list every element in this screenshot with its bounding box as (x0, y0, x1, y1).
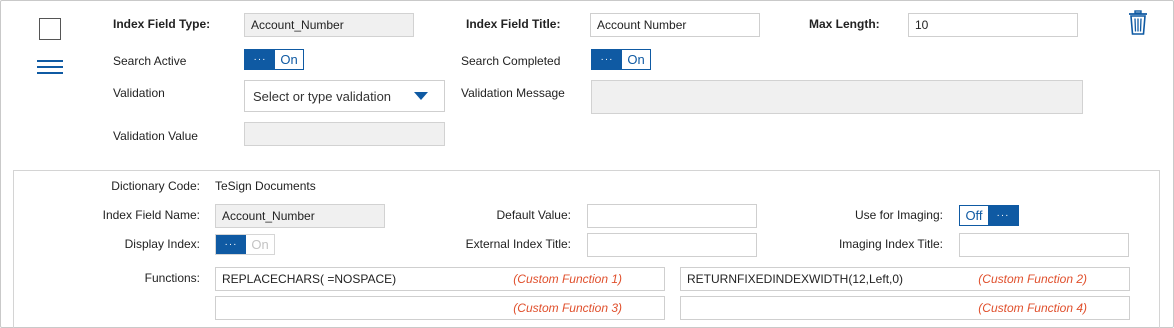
search-active-label: Search Active (113, 54, 187, 68)
index-field-title-label: Index Field Title: (466, 17, 561, 31)
custom-function-label: (Custom Function 2) (978, 272, 1087, 286)
index-field-name-field: Account_Number (215, 204, 385, 228)
custom-function-label: (Custom Function 1) (513, 272, 622, 286)
default-value-label: Default Value: (496, 208, 572, 222)
validation-select[interactable]: Select or type validation (244, 80, 445, 112)
hamburger-icon[interactable] (37, 60, 63, 74)
function-value: RETURNFIXEDINDEXWIDTH(12,Left,0) (687, 272, 904, 286)
function-field-1[interactable]: REPLACECHARS( =NOSPACE) (Custom Function… (215, 267, 665, 291)
custom-function-label: (Custom Function 4) (978, 301, 1087, 315)
imaging-index-title-label: Imaging Index Title: (838, 237, 943, 251)
function-value: REPLACECHARS( =NOSPACE) (222, 272, 397, 286)
display-index-label: Display Index: (124, 237, 200, 251)
display-index-toggle[interactable]: ··· On (215, 234, 275, 255)
function-field-2[interactable]: RETURNFIXEDINDEXWIDTH(12,Left,0) (Custom… (680, 267, 1130, 291)
validation-message-label: Validation Message (461, 86, 565, 100)
validation-select-text: Select or type validation (253, 88, 392, 104)
search-completed-label: Search Completed (461, 54, 561, 68)
index-field-type-field: Account_Number (244, 13, 414, 37)
imaging-index-title-input[interactable] (959, 233, 1129, 257)
validation-value-field[interactable] (244, 122, 445, 146)
max-length-input[interactable]: 10 (908, 13, 1078, 37)
validation-label: Validation (113, 86, 165, 100)
toggle-state: Off (965, 208, 983, 223)
function-field-4[interactable]: (Custom Function 4) (680, 296, 1130, 320)
toggle-knob: ··· (988, 206, 1018, 225)
function-field-3[interactable]: (Custom Function 3) (215, 296, 665, 320)
dictionary-code-value: TeSign Documents (215, 179, 316, 193)
default-value-input[interactable] (587, 204, 757, 228)
search-completed-toggle[interactable]: ··· On (591, 49, 651, 70)
index-field-type-label: Index Field Type: (113, 17, 211, 31)
custom-function-label: (Custom Function 3) (513, 301, 622, 315)
index-field-title-input[interactable]: Account Number (590, 13, 760, 37)
toggle-state: On (251, 237, 269, 252)
trash-icon[interactable] (1128, 10, 1148, 36)
external-index-title-input[interactable] (587, 233, 757, 257)
dictionary-code-label: Dictionary Code: (111, 179, 200, 193)
functions-label: Functions: (144, 271, 200, 285)
search-active-toggle[interactable]: ··· On (244, 49, 304, 70)
toggle-state: On (627, 52, 645, 67)
max-length-label: Max Length: (809, 17, 880, 31)
toggle-state: On (280, 52, 298, 67)
use-for-imaging-toggle[interactable]: Off ··· (959, 205, 1019, 226)
toggle-knob: ··· (216, 235, 246, 254)
index-field-name-label: Index Field Name: (102, 208, 200, 222)
select-checkbox[interactable] (39, 18, 61, 40)
toggle-knob: ··· (592, 50, 622, 69)
validation-message-field[interactable] (591, 80, 1083, 114)
chevron-down-icon (414, 92, 428, 100)
toggle-knob: ··· (245, 50, 275, 69)
use-for-imaging-label: Use for Imaging: (854, 208, 943, 222)
validation-value-label: Validation Value (113, 129, 198, 143)
external-index-title-label: External Index Title: (465, 237, 571, 251)
